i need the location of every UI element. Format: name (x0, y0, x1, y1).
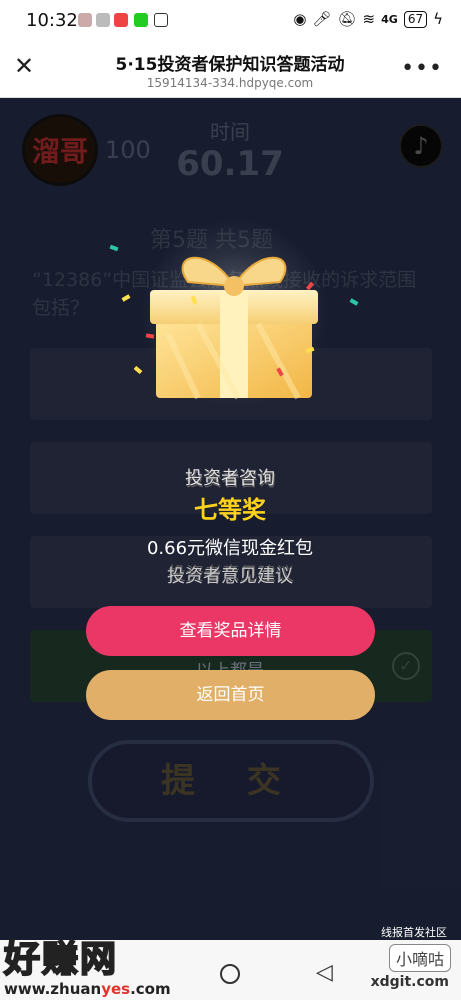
wechat-icon (134, 13, 148, 27)
page-url: 15914134-334.hdpyqe.com (146, 76, 314, 90)
mic-icon: 🎤︎ (312, 10, 332, 28)
watermark-title: 好赚网 (3, 938, 119, 981)
back-triangle-icon[interactable]: ◁ (316, 960, 333, 985)
battery-icon: 67 (403, 10, 428, 28)
home-circle-icon[interactable] (220, 964, 240, 984)
watermark-right-url: xdgit.com (370, 974, 449, 990)
more-menu-icon[interactable]: ••• (401, 56, 443, 81)
mute-icon: 🔕︎ (337, 10, 357, 28)
browser-header: ✕ 5·15投资者保护知识答题活动 15914134-334.hdpyqe.co… (0, 40, 461, 98)
view-prize-details-button[interactable]: 查看奖品详情 (86, 606, 375, 656)
page-title: 5·15投资者保护知识答题活动 (115, 55, 345, 75)
app-notification-icon (114, 13, 128, 27)
prize-description: 0.66元微信现金红包 (146, 538, 314, 559)
app-notification-icon (96, 13, 110, 27)
prize-subtext: 投资者意见建议 (167, 566, 293, 587)
status-bar: 10:32 ◉ 🎤︎ 🔕︎ ≋ 4G 67 ϟ (0, 0, 461, 40)
status-time: 10:32 (26, 10, 78, 31)
wifi-icon: ≋ (362, 10, 376, 28)
prize-category: 投资者咨询 (185, 468, 275, 489)
eye-icon: ◉ (293, 10, 307, 28)
close-icon[interactable]: ✕ (12, 54, 36, 78)
charging-icon: ϟ (433, 10, 443, 28)
watermark-url: www.zhuanyes.com (4, 980, 171, 998)
network-indicator: 4G (381, 12, 398, 26)
back-home-button[interactable]: 返回首页 (86, 670, 375, 720)
watermark-right-logo: 小嘀咕 (388, 944, 451, 972)
status-icons: ◉ 🎤︎ 🔕︎ ≋ 4G 67 ϟ (293, 10, 443, 28)
quiz-page: 溜哥 100 时间 60.17 ♪ 第5题 共5题 “12386”中国证监会服务… (0, 98, 461, 940)
cast-icon (154, 13, 168, 27)
watermark-right-caption: 线报首发社区 (381, 926, 447, 939)
watermark-left: 好赚网 www.zhuanyes.com (3, 930, 194, 998)
gift-box-icon (150, 256, 318, 400)
app-notification-icon (78, 13, 92, 27)
prize-level: 七等奖 (194, 496, 266, 524)
